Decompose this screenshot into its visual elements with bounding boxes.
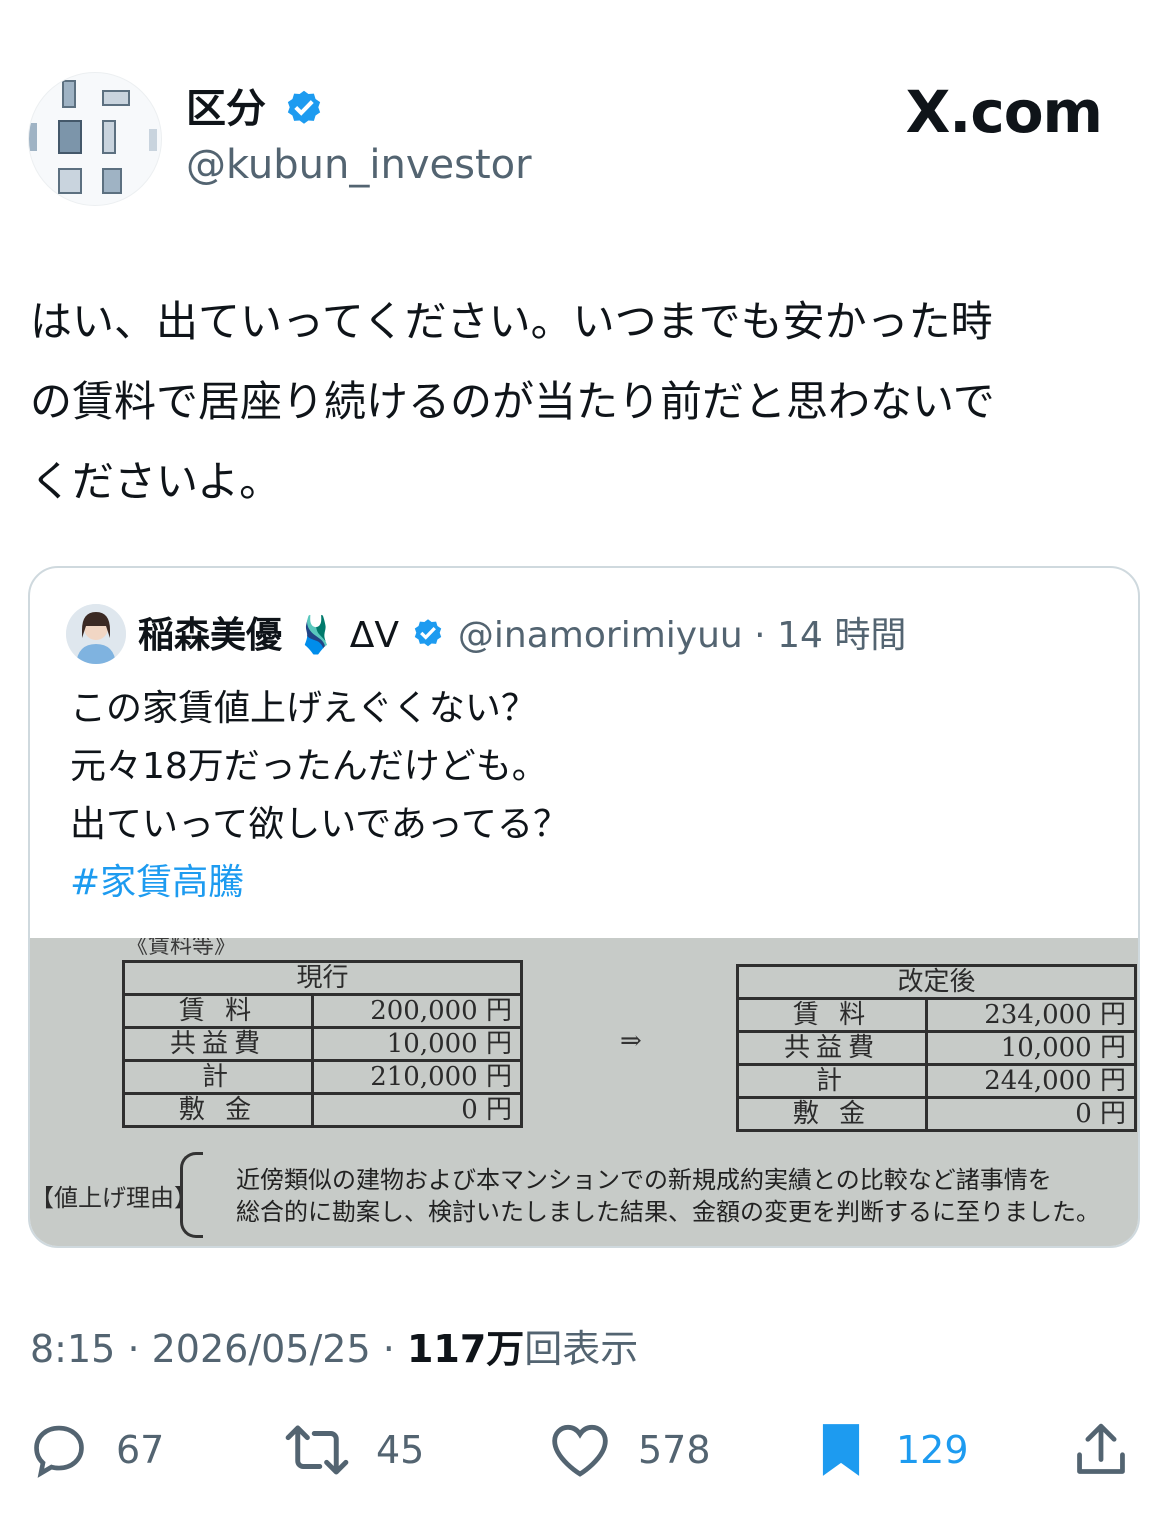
person-avatar-icon [66, 604, 126, 664]
row-label: 計 [122, 1059, 314, 1095]
reply-icon [34, 1425, 84, 1478]
attached-document-photo[interactable]: 《賃料等》 現行 賃 料 200,000 円 共益費 10,000 円 計 21… [30, 938, 1138, 1246]
quoted-header: 稲森美優 🩱 ΔV @inamorimiyuu · 14 時間 [138, 608, 906, 664]
table-row: 共益費 10,000 円 [736, 1030, 1137, 1066]
meta-separator: · [127, 1327, 140, 1371]
row-value: 210,000 円 [311, 1059, 523, 1095]
repost-button[interactable]: 45 [284, 1418, 424, 1482]
table-row: 賃 料 234,000 円 [736, 997, 1137, 1033]
quoted-name-symbols: ΔV [349, 615, 400, 656]
quoted-timestamp[interactable]: 14 時間 [777, 615, 906, 656]
buildings-avatar-icon [29, 80, 157, 194]
reason-label: 【値上げ理由】 [30, 1184, 198, 1212]
quoted-author-handle[interactable]: @inamorimiyuu [458, 615, 743, 656]
row-label: 敷 金 [122, 1092, 314, 1128]
table-row: 共益費 10,000 円 [122, 1026, 523, 1062]
quoted-author-avatar[interactable] [66, 604, 126, 664]
meta-separator: · [382, 1327, 395, 1371]
row-value: 200,000 円 [311, 993, 523, 1029]
author-avatar[interactable] [28, 72, 162, 206]
table-row: 敷 金 0 円 [122, 1092, 523, 1128]
revised-rent-table: 改定後 賃 料 234,000 円 共益費 10,000 円 計 244,000… [736, 964, 1137, 1132]
bookmark-count: 129 [896, 1428, 969, 1472]
current-rent-table: 現行 賃 料 200,000 円 共益費 10,000 円 計 210,000 … [122, 960, 523, 1128]
reply-count: 67 [116, 1428, 165, 1472]
like-count: 578 [638, 1428, 711, 1472]
table-row: 計 244,000 円 [736, 1063, 1137, 1099]
revised-rent-title: 改定後 [736, 964, 1137, 1000]
like-button[interactable]: 578 [548, 1418, 711, 1482]
row-label: 計 [736, 1063, 928, 1099]
tweet-date[interactable]: 2026/05/25 [152, 1327, 371, 1371]
tweet-text: はい、出ていってください。いつまでも安かった時 の賃料で居座り続けるのが当たり前… [30, 297, 995, 506]
heart-icon [552, 1424, 608, 1477]
quoted-tweet-card[interactable]: 稲森美優 🩱 ΔV @inamorimiyuu · 14 時間 この家賃値上げえ… [28, 566, 1140, 1248]
table-row: 賃 料 200,000 円 [122, 993, 523, 1029]
meta-separator: · [754, 615, 766, 656]
table-row: 敷 金 0 円 [736, 1096, 1137, 1132]
verified-badge-icon [287, 90, 321, 124]
row-value: 0 円 [311, 1092, 523, 1128]
row-label: 賃 料 [736, 997, 928, 1033]
x-logo: X.com [905, 78, 1103, 146]
row-value: 10,000 円 [925, 1030, 1137, 1066]
row-label: 敷 金 [736, 1096, 928, 1132]
quoted-text-body: この家賃値上げえぐくない？ 元々18万だったんだけども。 出ていって欲しいであっ… [70, 688, 569, 845]
table-row: 計 210,000 円 [122, 1059, 523, 1095]
arrow-icon: ⇒ [620, 1026, 642, 1056]
verified-badge-icon [415, 619, 442, 647]
quoted-tweet-text: この家賃値上げえぐくない？ 元々18万だったんだけども。 出ていって欲しいであっ… [70, 680, 569, 912]
current-rent-title: 現行 [122, 960, 523, 996]
brace-decoration [180, 1152, 203, 1238]
views-count: 117万 [406, 1327, 525, 1371]
share-button[interactable] [1072, 1418, 1156, 1482]
hashtag-link[interactable]: #家賃高騰 [70, 862, 244, 903]
tweet-time[interactable]: 8:15 [30, 1327, 115, 1371]
row-label: 共益費 [736, 1030, 928, 1066]
views-label: 回表示 [524, 1327, 639, 1371]
author-handle[interactable]: @kubun_investor [186, 140, 532, 190]
share-icon [1077, 1423, 1125, 1474]
row-value: 244,000 円 [925, 1063, 1137, 1099]
swimsuit-emoji-icon: 🩱 [293, 615, 339, 656]
quoted-author-name[interactable]: 稲森美優 [138, 615, 282, 656]
row-value: 10,000 円 [311, 1026, 523, 1062]
doc-heading: 《賃料等》 [126, 938, 237, 959]
row-value: 0 円 [925, 1096, 1137, 1132]
bookmark-button[interactable]: 129 [812, 1418, 969, 1482]
author-name[interactable]: 区分 [186, 84, 266, 134]
row-value: 234,000 円 [925, 997, 1137, 1033]
reply-button[interactable]: 67 [28, 1418, 164, 1482]
row-label: 賃 料 [122, 993, 314, 1029]
reason-text: 近傍類似の建物および本マンションでの新規成約実績との比較など諸事情を 総合的に勘… [236, 1166, 1100, 1226]
tweet-meta: 8:15 · 2026/05/25 · 117万回表示 [30, 1322, 638, 1376]
repost-icon [285, 1425, 349, 1475]
bookmark-icon [822, 1424, 860, 1476]
repost-count: 45 [376, 1428, 425, 1472]
row-label: 共益費 [122, 1026, 314, 1062]
